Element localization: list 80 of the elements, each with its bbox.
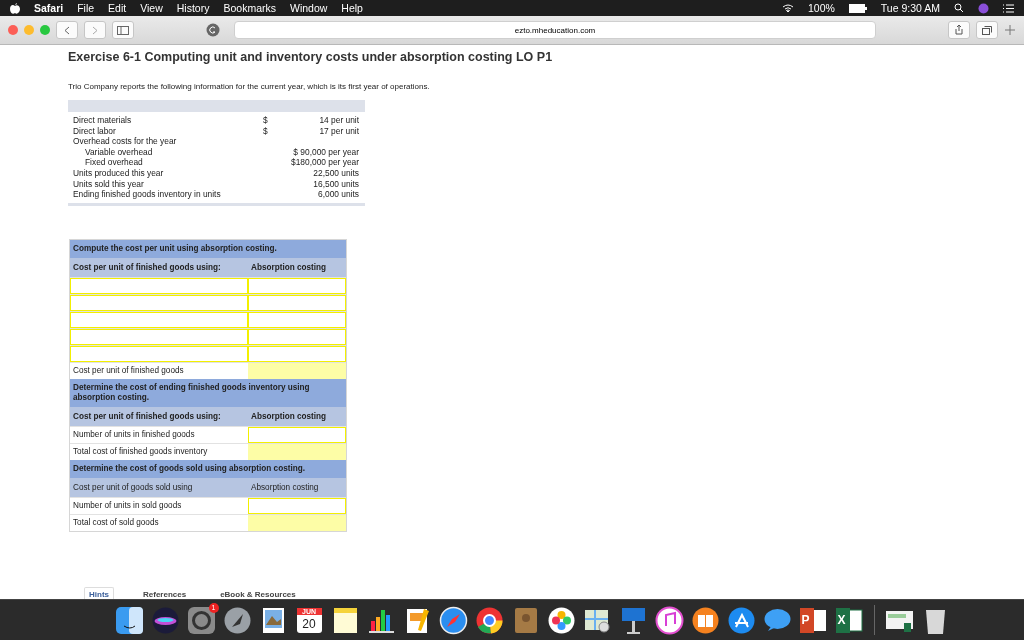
row-label: Total cost of finished goods inventory <box>72 445 209 458</box>
tabs-button[interactable] <box>976 21 998 39</box>
menu-item[interactable]: Edit <box>108 2 127 14</box>
menu-item[interactable]: History <box>176 2 210 14</box>
app-letter: X <box>837 612 846 627</box>
wifi-icon[interactable] <box>782 3 794 13</box>
menu-item[interactable]: View <box>140 2 163 14</box>
chevron-left-icon <box>64 25 70 35</box>
data-label: Fixed overhead <box>84 157 144 168</box>
menu-clock[interactable]: Tue 9:30 AM <box>880 2 940 14</box>
input-field[interactable] <box>248 311 346 328</box>
currency-symbol: $ <box>263 125 269 137</box>
music-note-icon[interactable] <box>653 604 685 636</box>
row-label: Number of units in finished goods <box>72 428 196 441</box>
data-value: 6,000 units <box>317 189 359 200</box>
data-value: 22,500 units <box>312 167 359 179</box>
input-field[interactable] <box>248 328 346 345</box>
input-field[interactable] <box>248 277 346 294</box>
share-icon <box>955 25 963 35</box>
column-header: Absorption costing <box>250 410 328 423</box>
menu-item[interactable]: Window <box>289 2 328 14</box>
row-label: Cost per unit of finished goods <box>72 364 185 377</box>
data-label: Ending finished goods inventory in units <box>73 189 222 200</box>
input-field[interactable] <box>70 311 248 328</box>
input-field[interactable] <box>248 294 346 311</box>
data-value: $ 90,000 per year <box>292 146 359 158</box>
input-field[interactable] <box>248 345 346 362</box>
intro-text: Trio Company reports the following information for the current year, which is its first year of operations. <box>68 82 431 91</box>
column-header: Cost per unit of finished goods using: <box>72 261 222 274</box>
result-field[interactable] <box>248 362 346 379</box>
input-field[interactable] <box>70 294 248 311</box>
tabs-icon <box>982 25 992 35</box>
result-field[interactable] <box>248 514 346 531</box>
siri-icon[interactable] <box>978 2 989 14</box>
input-field[interactable] <box>248 497 346 514</box>
data-label: Direct labor <box>73 125 117 137</box>
page-tab[interactable]: References <box>138 587 192 599</box>
column-header: Cost per unit of finished goods using: <box>72 410 222 423</box>
column-header: Absorption costing <box>250 261 328 274</box>
sidebar-button[interactable] <box>112 21 134 39</box>
data-label: Units produced this year <box>73 167 165 179</box>
address-bar[interactable]: ezto.mheducation.com <box>234 21 876 39</box>
data-label: Units sold this year <box>73 178 145 190</box>
data-label: Overhead costs for the year <box>73 136 178 147</box>
input-field[interactable] <box>248 426 346 443</box>
data-label: Variable overhead <box>84 146 154 158</box>
list-icon[interactable] <box>1003 3 1014 13</box>
extension-icon[interactable] <box>206 23 220 37</box>
apple-icon[interactable] <box>10 2 20 14</box>
compass-icon[interactable] <box>437 604 469 636</box>
input-field[interactable] <box>70 328 248 345</box>
row-label: Total cost of sold goods <box>72 516 160 529</box>
menu-item[interactable]: Help <box>341 2 363 14</box>
section-heading: Determine the cost of ending finished goods inventory using absorption costing. <box>70 378 346 407</box>
menu-item[interactable]: File <box>77 2 95 14</box>
battery-icon[interactable] <box>848 3 867 13</box>
page-tab[interactable]: eBook & Resources <box>215 587 301 599</box>
data-value: 17 per unit <box>318 125 359 137</box>
exercise-title: Exercise 6-1 Computing unit and inventory costs under absorption costing LO P1 <box>68 50 554 64</box>
section-heading: Determine the cost of goods sold using absorption costing. <box>70 459 346 478</box>
column-header: Cost per unit of goods sold using <box>72 481 194 494</box>
currency-symbol: $ <box>263 115 269 126</box>
chevron-right-icon <box>92 25 98 35</box>
data-value: 14 per unit <box>318 115 359 126</box>
app-letter: P <box>801 612 810 627</box>
data-value: $180,000 per year <box>290 157 359 168</box>
data-label: Direct materials <box>73 115 133 126</box>
battery-percentage: 100% <box>808 2 835 14</box>
row-label: Number of units in sold goods <box>72 499 183 512</box>
sidebar-icon <box>117 25 129 35</box>
input-field[interactable] <box>70 345 248 362</box>
column-header: Absorption costing <box>250 481 320 494</box>
data-value: 16,500 units <box>312 178 359 190</box>
input-field[interactable] <box>70 277 248 294</box>
result-field[interactable] <box>248 443 346 460</box>
calendar-day: 20 <box>293 616 325 631</box>
search-icon[interactable] <box>954 3 964 13</box>
menu-app-name[interactable]: Safari <box>34 2 64 14</box>
section-heading: Compute the cost per unit using absorption costing. <box>70 239 346 258</box>
menu-item[interactable]: Bookmarks <box>223 2 276 14</box>
